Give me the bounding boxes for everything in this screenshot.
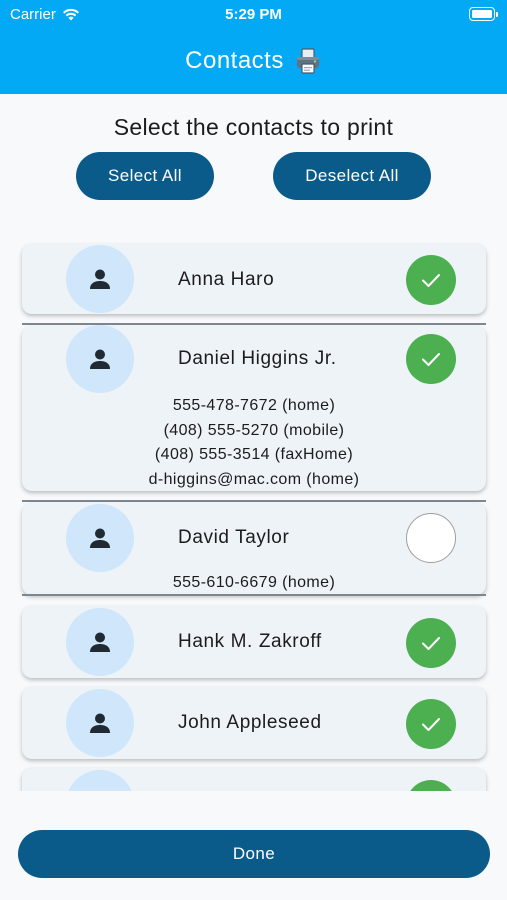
- avatar: [66, 245, 134, 313]
- printer-icon: [296, 48, 319, 74]
- contact-name: David Taylor: [178, 527, 290, 548]
- checkmark-icon: [422, 274, 440, 287]
- select-all-button[interactable]: Select All: [76, 152, 214, 200]
- person-icon: [90, 269, 110, 289]
- contact-name: Anna Haro: [178, 269, 275, 290]
- contact-details: 555-610-6679 (home): [22, 571, 486, 596]
- checkbox-checked[interactable]: [406, 780, 456, 791]
- contact-details: 555-478-7672 (home) (408) 555-5270 (mobi…: [22, 394, 486, 492]
- list-divider: [22, 323, 486, 325]
- contact-card[interactable]: Hank M. Zakroff: [22, 606, 486, 678]
- contact-name: Hank M. Zakroff: [178, 631, 322, 652]
- checkbox-checked[interactable]: [406, 255, 456, 305]
- battery-icon: [469, 7, 498, 21]
- contact-detail-line: (408) 555-5270 (mobile): [163, 421, 345, 439]
- contact-card[interactable]: David Taylor 555-610-6679 (home): [22, 503, 486, 595]
- contact-card[interactable]: [22, 768, 486, 791]
- checkbox-unchecked[interactable]: [406, 513, 456, 563]
- title-bar: Contacts: [0, 44, 507, 78]
- deselect-all-button[interactable]: Deselect All: [273, 152, 431, 200]
- app-header: Carrier 5:29 PM Contacts: [0, 0, 507, 94]
- list-divider: [22, 500, 486, 502]
- list-divider: [22, 594, 486, 596]
- instructions-heading: Select the contacts to print: [113, 114, 394, 140]
- contact-card[interactable]: John Appleseed: [22, 687, 486, 759]
- avatar: [66, 770, 134, 791]
- contact-detail-line: d-higgins@mac.com (home): [148, 470, 360, 488]
- checkbox-checked[interactable]: [406, 618, 456, 668]
- contact-card[interactable]: Anna Haro: [22, 244, 486, 314]
- person-icon: [90, 349, 110, 369]
- avatar: [66, 325, 134, 393]
- contacts-list[interactable]: Anna Haro Daniel Higgins Jr. 555-478-767…: [0, 238, 507, 791]
- checkbox-checked[interactable]: [406, 699, 456, 749]
- status-time: 5:29 PM: [225, 6, 282, 23]
- person-icon: [90, 632, 110, 652]
- contact-detail-line: (408) 555-3514 (faxHome): [154, 446, 354, 463]
- checkmark-icon: [422, 353, 440, 366]
- contact-detail-line: 555-478-7672 (home): [172, 397, 336, 414]
- checkmark-icon: [422, 718, 440, 731]
- status-bar: Carrier 5:29 PM: [0, 0, 507, 30]
- page-title: Contacts: [185, 47, 284, 74]
- person-icon: [90, 713, 110, 733]
- checkmark-icon: [422, 637, 440, 650]
- person-icon: [90, 528, 110, 548]
- avatar: [66, 504, 134, 572]
- contact-card[interactable]: Daniel Higgins Jr. 555-478-7672 (home) (…: [22, 325, 486, 492]
- avatar: [66, 608, 134, 676]
- done-button[interactable]: Done: [18, 830, 490, 878]
- contact-name: John Appleseed: [178, 712, 322, 733]
- contact-name: Daniel Higgins Jr.: [178, 348, 337, 369]
- contact-detail-line: 555-610-6679 (home): [172, 574, 336, 591]
- avatar: [66, 689, 134, 757]
- checkbox-checked[interactable]: [406, 334, 456, 384]
